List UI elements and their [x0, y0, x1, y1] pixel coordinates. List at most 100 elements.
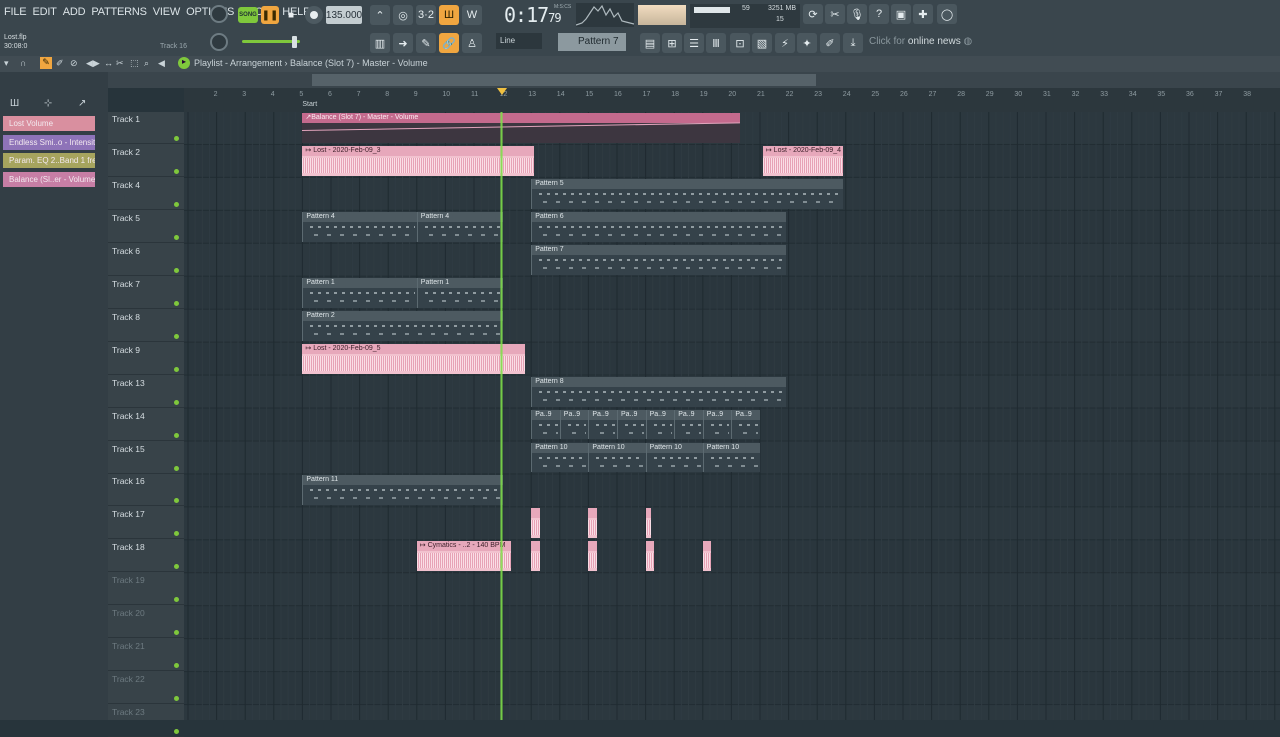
wrench-icon[interactable]: ✐: [820, 33, 840, 53]
pattern-clip[interactable]: Pattern 10: [531, 442, 589, 473]
wait-input-icon[interactable]: ◎: [393, 5, 413, 25]
snap-mode-select[interactable]: Line: [496, 33, 542, 49]
track-mute-led[interactable]: [174, 498, 179, 504]
graph-icon[interactable]: ⊡: [730, 33, 750, 53]
track-mute-led[interactable]: [174, 201, 179, 207]
track-mute-led[interactable]: [174, 267, 179, 273]
automation-clip-entry[interactable]: Param. EQ 2..Band 1 freq: [3, 153, 95, 168]
pattern-clip[interactable]: Pattern 7: [531, 244, 786, 275]
track-header[interactable]: Track 9: [108, 343, 184, 375]
pencil-icon[interactable]: ✎: [416, 33, 436, 53]
track-header[interactable]: Track 6: [108, 244, 184, 276]
tempo-display[interactable]: 135.000: [326, 6, 362, 24]
playlist-icon[interactable]: ▤: [640, 33, 660, 53]
audio-clip[interactable]: [588, 541, 597, 572]
pattern-clip[interactable]: Pa..9: [674, 409, 703, 440]
pattern-clip[interactable]: Pa..9: [645, 409, 675, 440]
audio-clip[interactable]: ↦ Cymatics - ..2 - 140 BPM: [416, 541, 512, 572]
master-pitch-knob[interactable]: [210, 5, 228, 23]
track-mute-led[interactable]: [174, 333, 179, 339]
track-header[interactable]: Track 23: [108, 705, 184, 737]
track-header[interactable]: Track 4: [108, 178, 184, 210]
step-edit-icon[interactable]: Ш: [439, 5, 459, 25]
pattern-clip[interactable]: Pattern 8: [531, 376, 786, 407]
tools-icon[interactable]: ✦: [797, 33, 817, 53]
menu-edit[interactable]: EDIT: [32, 6, 56, 18]
pattern-clip[interactable]: Pattern 10: [588, 442, 646, 473]
piano-roll-icon[interactable]: ⊞: [662, 33, 682, 53]
pattern-clip[interactable]: Pattern 6: [531, 211, 786, 242]
track-mute-led[interactable]: [174, 531, 179, 537]
pattern-clip[interactable]: Pa..9: [588, 409, 617, 440]
track-mute-led[interactable]: [174, 168, 179, 174]
piano-keys-icon[interactable]: ▥: [370, 33, 390, 53]
download-icon[interactable]: ⤓: [843, 33, 863, 53]
automation-clip[interactable]: ↗Balance (Slot 7) - Master - Volume: [302, 113, 740, 143]
track-mute-led[interactable]: [174, 729, 179, 735]
track-header[interactable]: Track 15: [108, 442, 184, 474]
menu-add[interactable]: ADD: [63, 6, 86, 18]
menu-view[interactable]: VIEW: [153, 6, 181, 18]
track-header[interactable]: Track 13: [108, 376, 184, 408]
playlist-play-icon[interactable]: ▸: [178, 57, 190, 69]
track-header[interactable]: Track 22: [108, 672, 184, 705]
pattern-selector[interactable]: Pattern 7: [558, 33, 626, 51]
track-header[interactable]: Track 18: [108, 540, 184, 573]
track-mute-led[interactable]: [174, 432, 179, 438]
stamp-icon[interactable]: ♙: [462, 33, 482, 53]
audio-clip[interactable]: ↦ Lost - 2020-Feb-09_4: [762, 145, 843, 176]
audio-clip[interactable]: [531, 541, 540, 572]
track-mute-led[interactable]: [174, 663, 179, 669]
pattern-clip[interactable]: Pattern 10: [702, 442, 760, 473]
pattern-clip[interactable]: Pattern 5: [531, 178, 843, 209]
mute-tool-icon[interactable]: ◀▶: [86, 58, 100, 69]
overview-range[interactable]: [312, 74, 816, 86]
pattern-clip[interactable]: Pattern 10: [645, 442, 703, 473]
track-mute-led[interactable]: [174, 564, 179, 570]
track-header[interactable]: Track 16: [108, 474, 184, 507]
start-marker[interactable]: Start: [302, 101, 317, 108]
pattern-clip[interactable]: Pa..9: [531, 409, 560, 440]
audio-clip[interactable]: [645, 541, 655, 572]
pattern-clip[interactable]: Pattern 11: [302, 475, 503, 506]
select-tool-icon[interactable]: ⬚: [130, 58, 139, 69]
magnet-icon[interactable]: ∩: [20, 58, 26, 68]
master-volume-knob[interactable]: [210, 33, 228, 51]
track-header[interactable]: Track 17: [108, 507, 184, 540]
chat-icon[interactable]: ◯: [937, 4, 957, 24]
metronome-icon[interactable]: ⌃: [370, 5, 390, 25]
track-header[interactable]: Track 20: [108, 606, 184, 639]
loop-record-icon[interactable]: W: [462, 5, 482, 25]
track-header[interactable]: Track 21: [108, 639, 184, 672]
stop-button[interactable]: ■: [283, 6, 299, 24]
zoom-tool-icon[interactable]: ⌕: [144, 58, 149, 69]
help-icon[interactable]: ?: [869, 4, 889, 24]
playback-tool-icon[interactable]: ◀: [158, 58, 165, 69]
pattern-clip[interactable]: Pa..9: [559, 409, 589, 440]
audio-clip[interactable]: [645, 508, 652, 539]
microphone-icon[interactable]: 🎙: [847, 4, 867, 24]
time-display[interactable]: 0:1779: [504, 3, 562, 27]
slip-tool-icon[interactable]: ↔: [104, 58, 113, 68]
automation-picker-icon[interactable]: ↗: [78, 98, 86, 109]
track-mute-led[interactable]: [174, 399, 179, 405]
slice-tool-icon[interactable]: ✂: [116, 58, 124, 69]
automation-clip-entry[interactable]: Endless Smi..o - Intensity: [3, 134, 95, 150]
plug-icon[interactable]: ⚡: [775, 33, 795, 53]
pattern-clip[interactable]: Pattern 4: [302, 211, 417, 242]
playlist-grid[interactable]: ↗Balance (Slot 7) - Master - Volume ↦ Los…: [184, 112, 1280, 720]
online-news-link[interactable]: Click for online news ◍: [869, 36, 972, 47]
play-pause-button[interactable]: ❚❚: [261, 6, 279, 24]
countdown-icon[interactable]: 3·2: [416, 5, 436, 25]
browser-icon[interactable]: ▧: [752, 33, 772, 53]
pat-song-toggle[interactable]: SONG: [238, 7, 258, 23]
track-header[interactable]: Track 1: [108, 112, 184, 144]
refresh-icon[interactable]: ⟳: [803, 4, 823, 24]
pattern-clip[interactable]: Pattern 1: [416, 277, 503, 308]
menu-file[interactable]: FILE: [4, 6, 27, 18]
track-header[interactable]: Track 5: [108, 211, 184, 243]
menu-patterns[interactable]: PATTERNS: [91, 6, 147, 18]
automation-clip-entry[interactable]: Balance (Sl..er - Volume: [3, 171, 95, 187]
overview-strip[interactable]: [108, 72, 1280, 88]
pattern-picker-icon[interactable]: Ш: [10, 98, 19, 109]
